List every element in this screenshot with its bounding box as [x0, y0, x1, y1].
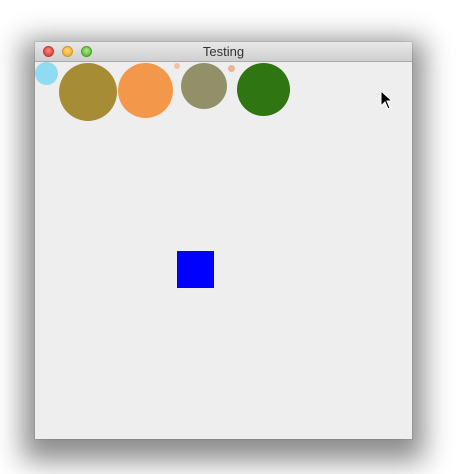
circle-dark-green	[237, 63, 290, 116]
circle-tiny-peach-1	[174, 63, 180, 69]
app-window: Testing	[35, 42, 412, 439]
arrow-cursor-icon	[380, 90, 394, 110]
circle-olive	[59, 63, 117, 121]
window-title: Testing	[202, 44, 245, 59]
drawing-canvas[interactable]	[35, 62, 412, 439]
desktop-stage: Testing	[0, 0, 474, 474]
circle-sage	[181, 63, 227, 109]
circle-light-blue	[35, 62, 58, 85]
circle-tiny-peach-2	[228, 65, 235, 72]
window-titlebar[interactable]: Testing	[35, 42, 412, 62]
circle-orange	[118, 63, 173, 118]
square-blue	[177, 251, 214, 288]
